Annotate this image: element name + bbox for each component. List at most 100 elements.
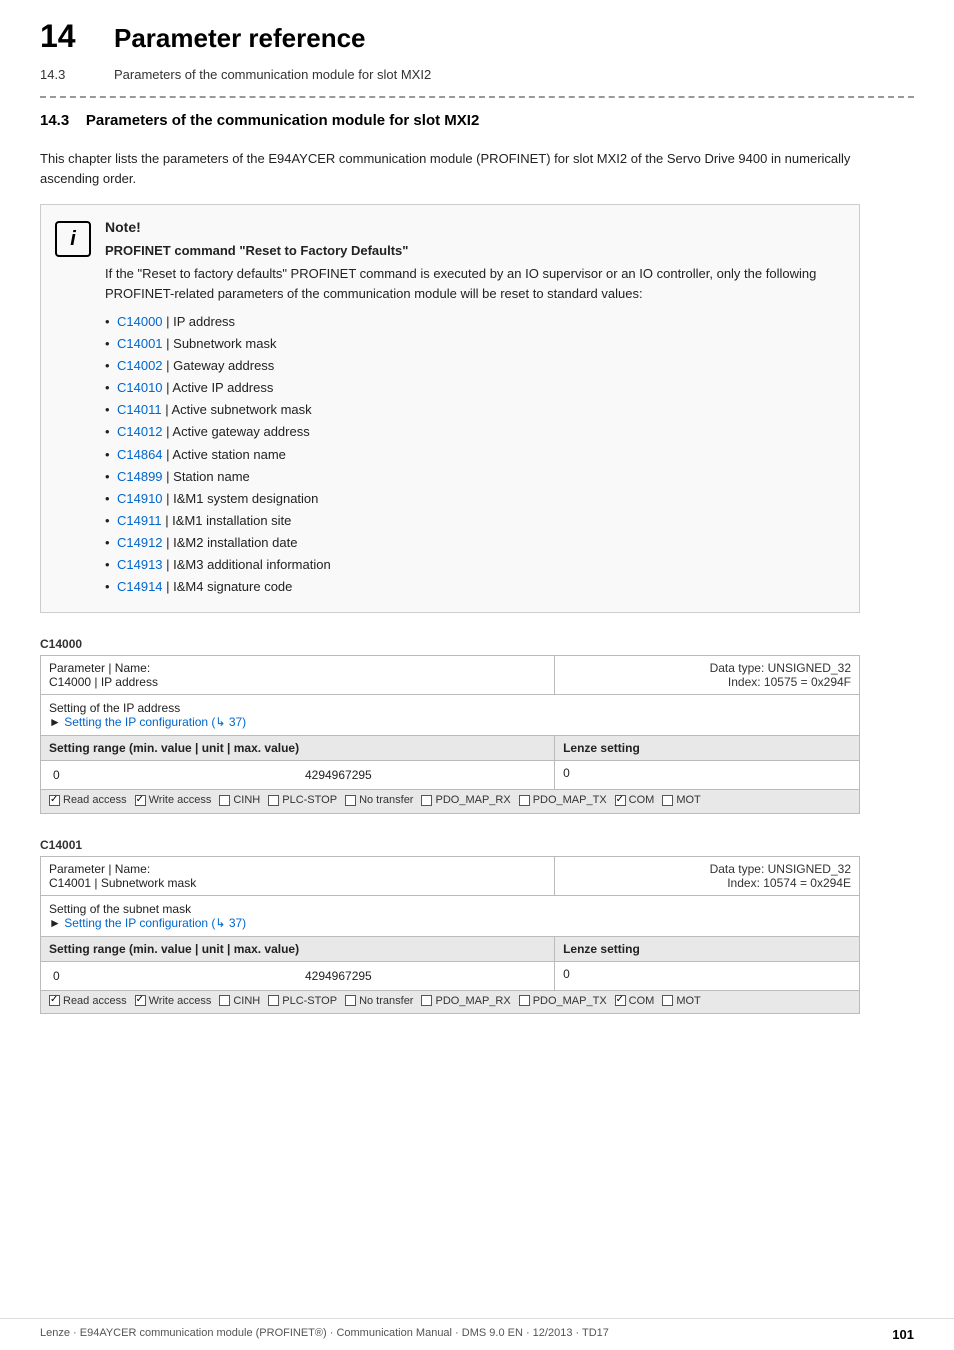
- param-lenze-label: Lenze setting: [555, 936, 860, 961]
- access-label: PLC-STOP: [282, 995, 337, 1007]
- sub-header: 14.3 Parameters of the communication mod…: [0, 63, 954, 82]
- access-checkbox: [662, 795, 673, 806]
- param-config-link[interactable]: Setting the IP configuration (↳ 37): [64, 715, 246, 729]
- param-index: Index: 10575 = 0x294F: [563, 675, 851, 689]
- note-list-item: C14000 | IP address: [105, 311, 841, 333]
- note-list-item: C14010 | Active IP address: [105, 377, 841, 399]
- param-header-right: Data type: UNSIGNED_32Index: 10574 = 0x2…: [555, 856, 860, 895]
- access-checkbox: [135, 795, 146, 806]
- note-list-item: C14001 | Subnetwork mask: [105, 333, 841, 355]
- access-checkbox: [421, 995, 432, 1006]
- note-list-item: C14914 | I&M4 signature code: [105, 576, 841, 598]
- access-item: CINH: [219, 794, 260, 806]
- section-title: Parameters of the communication module f…: [86, 112, 479, 129]
- sub-number: 14.3: [40, 67, 90, 82]
- access-label: COM: [629, 794, 655, 806]
- access-item: PDO_MAP_RX: [421, 794, 510, 806]
- note-link[interactable]: C14913: [117, 557, 163, 572]
- note-list-item: C14864 | Active station name: [105, 444, 841, 466]
- access-item: Read access: [49, 794, 127, 806]
- access-checkbox: [268, 795, 279, 806]
- param-desc-cell: Setting of the subnet mask► Setting the …: [41, 895, 860, 936]
- note-list-item: C14012 | Active gateway address: [105, 421, 841, 443]
- note-link[interactable]: C14010: [117, 380, 163, 395]
- note-link[interactable]: C14011: [117, 402, 162, 417]
- access-checkbox: [49, 995, 60, 1006]
- access-checkbox: [268, 995, 279, 1006]
- access-checkbox: [615, 995, 626, 1006]
- param-index: Index: 10574 = 0x294E: [563, 876, 851, 890]
- footer-right: 101: [892, 1327, 914, 1342]
- param-link[interactable]: ► Setting the IP configuration (↳ 37): [49, 715, 851, 729]
- param-desc-cell: Setting of the IP address► Setting the I…: [41, 695, 860, 736]
- access-item: Write access: [135, 995, 212, 1007]
- access-label: PDO_MAP_RX: [435, 995, 510, 1007]
- note-link[interactable]: C14001: [117, 336, 163, 351]
- param-min-value: 0: [49, 967, 131, 985]
- access-checkbox: [135, 995, 146, 1006]
- note-list-item: C14913 | I&M3 additional information: [105, 554, 841, 576]
- access-item: PDO_MAP_TX: [519, 995, 607, 1007]
- param-name-label: Parameter | Name:: [49, 862, 546, 876]
- param-min-value: 0: [49, 766, 131, 784]
- access-label: CINH: [233, 995, 260, 1007]
- param-access-row: Read accessWrite accessCINHPLC-STOPNo tr…: [41, 790, 860, 814]
- param-value-row: 042949672950: [41, 961, 860, 990]
- note-icon: i: [55, 221, 91, 257]
- section-number: 14.3: [40, 112, 69, 129]
- param-header-row: Parameter | Name:C14001 | Subnetwork mas…: [41, 856, 860, 895]
- param-range-header-row: Setting range (min. value | unit | max. …: [41, 936, 860, 961]
- access-item: No transfer: [345, 995, 413, 1007]
- access-checkbox: [519, 795, 530, 806]
- section-number-heading: 14.3 Parameters of the communication mod…: [40, 112, 479, 129]
- param-range-values: 04294967295: [41, 961, 555, 990]
- param-id-label: C14001: [40, 838, 914, 852]
- note-link[interactable]: C14899: [117, 469, 163, 484]
- note-link[interactable]: C14911: [117, 513, 162, 528]
- chapter-name: Parameter reference: [114, 23, 366, 54]
- access-label: PDO_MAP_TX: [533, 794, 607, 806]
- note-link[interactable]: C14864: [117, 447, 163, 462]
- param-lenze-value: 0: [555, 961, 860, 990]
- access-label: MOT: [676, 995, 700, 1007]
- param-table: Parameter | Name:C14000 | IP addressData…: [40, 655, 860, 814]
- param-link[interactable]: ► Setting the IP configuration (↳ 37): [49, 916, 851, 930]
- page-header: 14 Parameter reference: [0, 0, 954, 63]
- note-list-item: C14899 | Station name: [105, 466, 841, 488]
- param-access-cell: Read accessWrite accessCINHPLC-STOPNo tr…: [41, 790, 860, 814]
- param-name-value: C14001 | Subnetwork mask: [49, 876, 546, 890]
- access-item: COM: [615, 794, 655, 806]
- note-link[interactable]: C14912: [117, 535, 163, 550]
- access-label: Write access: [149, 794, 212, 806]
- param-desc-row: Setting of the subnet mask► Setting the …: [41, 895, 860, 936]
- param-range-values: 04294967295: [41, 761, 555, 790]
- access-checkbox: [49, 795, 60, 806]
- param-range-header-row: Setting range (min. value | unit | max. …: [41, 736, 860, 761]
- param-header-left: Parameter | Name:C14000 | IP address: [41, 656, 555, 695]
- note-link[interactable]: C14002: [117, 358, 163, 373]
- note-list-item: C14910 | I&M1 system designation: [105, 488, 841, 510]
- access-label: PDO_MAP_RX: [435, 794, 510, 806]
- note-link[interactable]: C14914: [117, 579, 163, 594]
- note-subtitle: PROFINET command "Reset to Factory Defau…: [105, 243, 841, 258]
- access-checkbox: [615, 795, 626, 806]
- access-label: Read access: [63, 995, 127, 1007]
- access-label: MOT: [676, 794, 700, 806]
- param-config-link[interactable]: Setting the IP configuration (↳ 37): [64, 916, 246, 930]
- note-link[interactable]: C14000: [117, 314, 163, 329]
- access-checkbox: [219, 795, 230, 806]
- param-name-label: Parameter | Name:: [49, 661, 546, 675]
- param-max-value: 4294967295: [131, 967, 546, 985]
- access-item: PDO_MAP_RX: [421, 995, 510, 1007]
- params-container: C14000Parameter | Name:C14000 | IP addre…: [40, 637, 914, 1014]
- param-header-row: Parameter | Name:C14000 | IP addressData…: [41, 656, 860, 695]
- intro-text: This chapter lists the parameters of the…: [40, 149, 860, 188]
- note-list-item: C14002 | Gateway address: [105, 355, 841, 377]
- note-link[interactable]: C14012: [117, 424, 163, 439]
- access-item: COM: [615, 995, 655, 1007]
- param-max-value: 4294967295: [131, 766, 546, 784]
- access-label: CINH: [233, 794, 260, 806]
- chapter-title: 14 Parameter reference: [40, 18, 914, 55]
- access-item: CINH: [219, 995, 260, 1007]
- note-link[interactable]: C14910: [117, 491, 163, 506]
